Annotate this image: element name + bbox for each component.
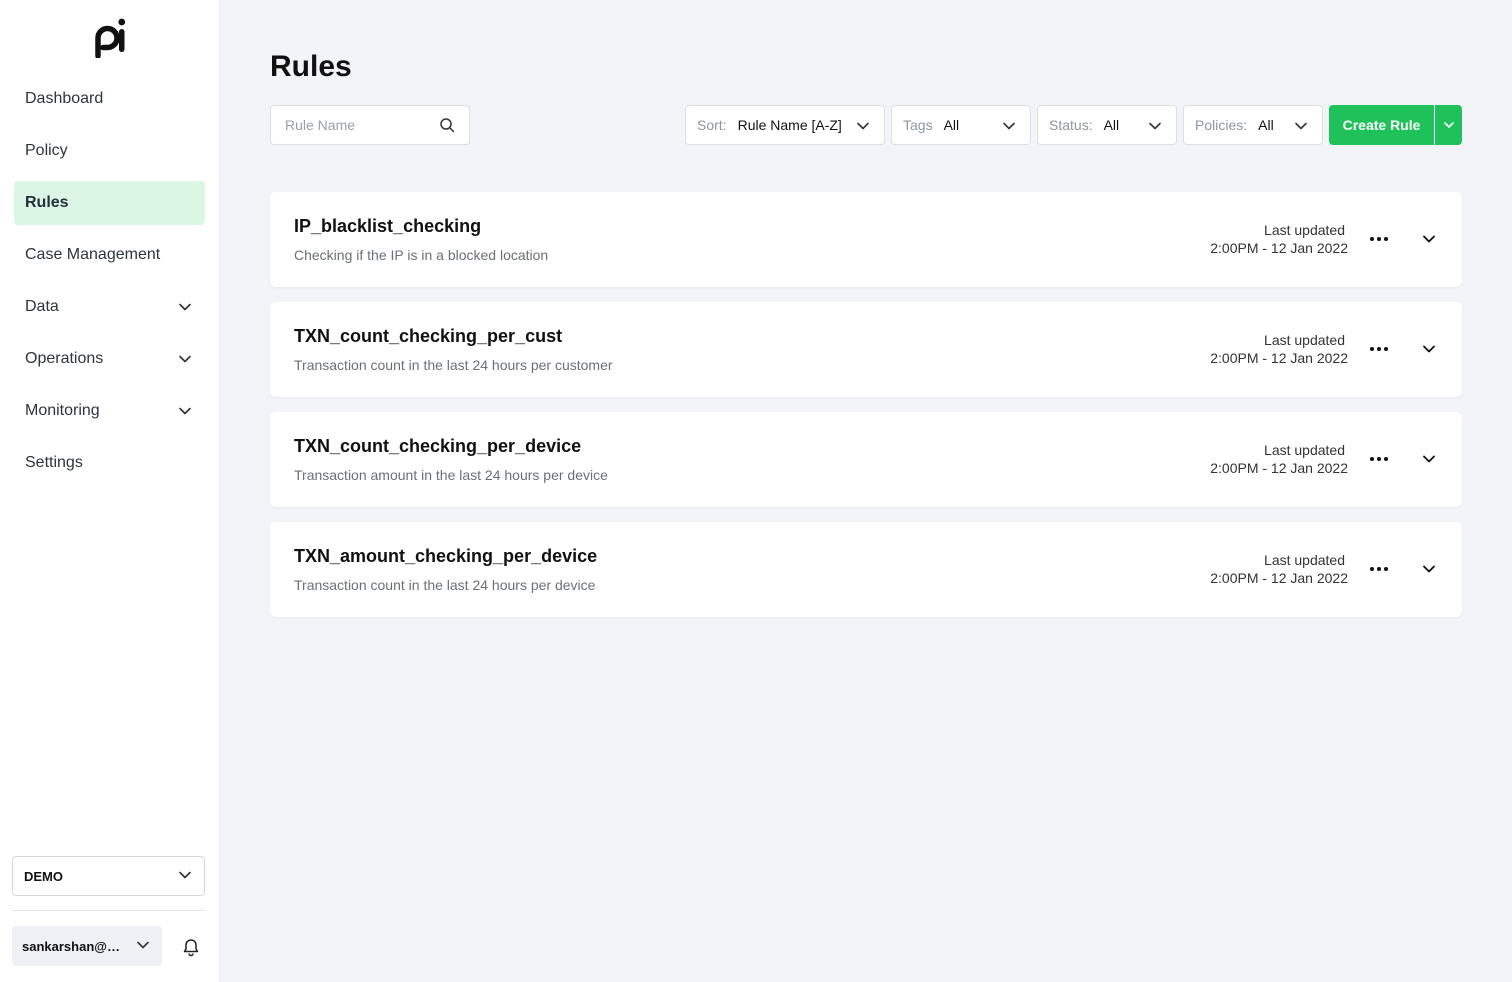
- sidebar-item-label: Settings: [25, 454, 83, 471]
- rule-card[interactable]: TXN_amount_checking_per_device Transacti…: [270, 522, 1462, 617]
- sidebar-item-monitoring[interactable]: Monitoring: [14, 389, 205, 433]
- last-updated-label: Last updated: [1264, 442, 1345, 458]
- chevron-down-icon: [1149, 122, 1161, 130]
- status-value: All: [1103, 117, 1120, 133]
- sidebar-item-data[interactable]: Data: [14, 285, 205, 329]
- rule-name[interactable]: IP_blacklist_checking: [294, 216, 481, 237]
- tags-value: All: [943, 117, 960, 133]
- search-icon[interactable]: [439, 117, 455, 133]
- sidebar-item-label: Case Management: [25, 246, 161, 263]
- user-email: sankarshan@p...: [22, 938, 122, 954]
- rule-name[interactable]: TXN_amount_checking_per_device: [294, 546, 597, 567]
- chevron-down-icon[interactable]: [1420, 450, 1438, 468]
- chevron-down-icon[interactable]: [1420, 340, 1438, 358]
- last-updated-time: 2:00PM - 12 Jan 2022: [1210, 570, 1348, 586]
- rule-description: Transaction count in the last 24 hours p…: [294, 577, 596, 593]
- sidebar-item-label: Dashboard: [25, 90, 104, 107]
- status-label: Status:: [1049, 117, 1093, 133]
- rule-card[interactable]: IP_blacklist_checking Checking if the IP…: [270, 192, 1462, 287]
- rule-description: Transaction count in the last 24 hours p…: [294, 357, 613, 373]
- sidebar: Dashboard Policy Rules Case Management D…: [0, 0, 220, 982]
- sidebar-item-dashboard[interactable]: Dashboard: [14, 77, 205, 121]
- rule-description: Transaction amount in the last 24 hours …: [294, 467, 608, 483]
- tags-label: Tags: [903, 117, 933, 133]
- sort-label: Sort:: [697, 117, 727, 133]
- tags-dropdown[interactable]: Tags All: [891, 105, 1031, 145]
- status-dropdown[interactable]: Status: All: [1037, 105, 1177, 145]
- rule-name[interactable]: TXN_count_checking_per_device: [294, 436, 581, 457]
- search-box: [270, 105, 470, 145]
- last-updated-time: 2:00PM - 12 Jan 2022: [1210, 350, 1348, 366]
- sidebar-item-label: Policy: [25, 142, 68, 159]
- sidebar-item-policy[interactable]: Policy: [14, 129, 205, 173]
- policies-dropdown[interactable]: Policies: All: [1183, 105, 1323, 145]
- sort-dropdown[interactable]: Sort: Rule Name [A-Z]: [685, 105, 885, 145]
- environment-select[interactable]: DEMO: [12, 856, 205, 896]
- last-updated-label: Last updated: [1264, 332, 1345, 348]
- sidebar-item-operations[interactable]: Operations: [14, 337, 205, 381]
- sidebar-item-case-management[interactable]: Case Management: [14, 233, 205, 277]
- last-updated-time: 2:00PM - 12 Jan 2022: [1210, 460, 1348, 476]
- chevron-down-icon[interactable]: [178, 352, 192, 366]
- sidebar-item-label: Data: [25, 298, 59, 315]
- create-rule-menu-button[interactable]: [1435, 105, 1462, 145]
- more-horizontal-icon[interactable]: [1366, 340, 1392, 358]
- create-rule-label: Create Rule: [1342, 117, 1421, 133]
- last-updated-time: 2:00PM - 12 Jan 2022: [1210, 240, 1348, 256]
- chevron-down-icon[interactable]: [1420, 560, 1438, 578]
- rule-card[interactable]: TXN_count_checking_per_cust Transaction …: [270, 302, 1462, 397]
- more-horizontal-icon[interactable]: [1366, 450, 1392, 468]
- chevron-down-icon: [136, 938, 150, 955]
- chevron-down-icon[interactable]: [178, 300, 192, 314]
- more-horizontal-icon[interactable]: [1366, 560, 1392, 578]
- sidebar-item-settings[interactable]: Settings: [14, 441, 205, 485]
- policies-value: All: [1258, 117, 1274, 133]
- pi-logo[interactable]: [90, 16, 130, 58]
- sidebar-nav: Dashboard Policy Rules Case Management D…: [14, 77, 205, 493]
- sort-value: Rule Name [A-Z]: [737, 117, 842, 133]
- chevron-down-icon: [1295, 122, 1307, 130]
- user-menu[interactable]: sankarshan@p...: [12, 926, 162, 966]
- sidebar-item-label: Operations: [25, 350, 104, 367]
- chevron-down-icon: [1003, 122, 1015, 130]
- chevron-down-icon[interactable]: [1420, 230, 1438, 248]
- more-horizontal-icon[interactable]: [1366, 230, 1392, 248]
- bell-icon[interactable]: [181, 937, 201, 957]
- rule-description: Checking if the IP is in a blocked locat…: [294, 247, 549, 263]
- divider: [12, 910, 205, 911]
- rule-card[interactable]: TXN_count_checking_per_device Transactio…: [270, 412, 1462, 507]
- sidebar-item-rules[interactable]: Rules: [14, 181, 205, 225]
- last-updated-label: Last updated: [1264, 552, 1345, 568]
- sidebar-item-label: Rules: [25, 194, 69, 211]
- chevron-down-icon[interactable]: [178, 404, 192, 418]
- chevron-down-icon: [1443, 122, 1454, 128]
- search-input[interactable]: [271, 106, 431, 144]
- create-rule-button[interactable]: Create Rule: [1329, 105, 1434, 145]
- chevron-down-icon: [178, 868, 192, 885]
- rule-name[interactable]: TXN_count_checking_per_cust: [294, 326, 562, 347]
- policies-label: Policies:: [1195, 117, 1248, 133]
- sidebar-item-label: Monitoring: [25, 402, 100, 419]
- page-title: Rules: [270, 50, 352, 83]
- last-updated-label: Last updated: [1264, 222, 1345, 238]
- environment-value: DEMO: [24, 868, 63, 884]
- chevron-down-icon: [857, 122, 869, 130]
